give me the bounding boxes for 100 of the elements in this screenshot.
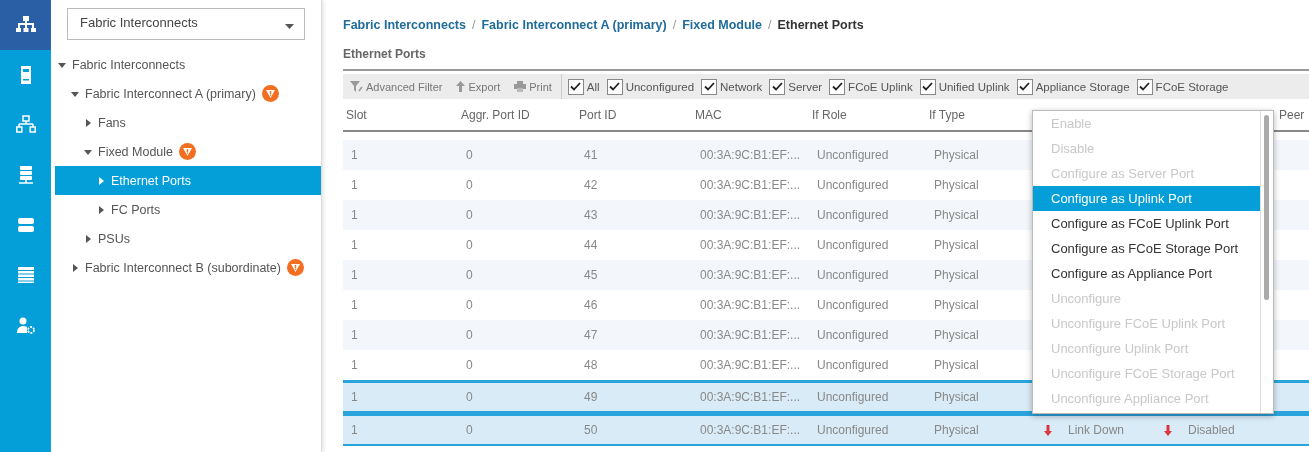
table-cell-text: Physical	[933, 423, 980, 437]
warning-badge-icon	[179, 143, 197, 160]
tree-item[interactable]: PSUs	[55, 224, 321, 253]
breadcrumb-link[interactable]: Fabric Interconnect A (primary)	[481, 18, 667, 32]
expanded-caret-icon[interactable]	[84, 147, 92, 156]
filter-button[interactable]: Advanced Filter	[343, 80, 450, 93]
collapsed-caret-icon[interactable]	[71, 263, 79, 272]
table-cell-text: 0	[465, 358, 474, 372]
filter-checkbox[interactable]	[606, 78, 623, 95]
breadcrumb-link[interactable]: Fabric Interconnects	[343, 18, 466, 32]
filter-checkbox[interactable]	[1016, 78, 1033, 95]
column-header[interactable]: Port ID	[576, 107, 692, 122]
table-cell-text: 00:3A:9C:B1:EF:...	[699, 358, 802, 372]
column-header[interactable]: Slot	[343, 107, 458, 122]
expanded-caret-icon[interactable]	[71, 89, 79, 98]
menu-item[interactable]: Configure as Appliance Port	[1033, 261, 1260, 286]
table-cell-text: Unconfigured	[816, 238, 890, 252]
table-cell-text: Unconfigured	[816, 423, 890, 437]
table-cell-text: 0	[465, 423, 474, 437]
column-header[interactable]: Peer	[1276, 107, 1309, 122]
breadcrumb-current: Ethernet Ports	[777, 18, 864, 32]
tree-item[interactable]: Fixed Module	[55, 137, 321, 166]
table-cell-text: 44	[583, 238, 599, 252]
table-cell-text: Physical	[933, 178, 980, 192]
table-cell-text: Unconfigured	[816, 178, 890, 192]
tree-item[interactable]: Fans	[55, 108, 321, 137]
table-cell-text: Physical	[933, 358, 980, 372]
menu-item[interactable]: Configure as FCoE Storage Port	[1033, 236, 1260, 261]
table-cell-text: Physical	[933, 298, 980, 312]
filter-checkbox[interactable]	[567, 78, 584, 95]
tree-item[interactable]: Fabric Interconnects	[55, 50, 321, 79]
lan-icon	[15, 115, 36, 135]
table-cell-text: Unconfigured	[816, 148, 890, 162]
storage-icon	[15, 215, 36, 235]
up-arrow-icon	[456, 81, 466, 92]
filter-label: Unconfigured	[625, 80, 695, 93]
filter-checkbox[interactable]	[919, 78, 936, 95]
table-cell-text: Unconfigured	[816, 208, 890, 222]
tree-item[interactable]: Fabric Interconnect B (subordinate)	[55, 253, 321, 282]
filter-label: Server	[788, 80, 823, 93]
breadcrumb-separator: /	[768, 18, 772, 32]
breadcrumb-link[interactable]: Fixed Module	[682, 18, 763, 32]
table-cell-text: 0	[465, 328, 474, 342]
table-cell-text: 1	[350, 358, 359, 372]
table-cell-text: 00:3A:9C:B1:EF:...	[699, 298, 802, 312]
table-cell-text: 1	[350, 268, 359, 282]
table-cell-text: 41	[583, 148, 599, 162]
collapsed-caret-icon[interactable]	[84, 118, 92, 127]
print-button[interactable]: Print	[507, 80, 559, 93]
table-cell-text: 00:3A:9C:B1:EF:...	[699, 208, 802, 222]
filter-checkbox[interactable]	[769, 78, 786, 95]
table-cell-text: 50	[583, 423, 599, 437]
filter-label: Appliance Storage	[1035, 80, 1130, 93]
filter-label: Network	[720, 80, 763, 93]
warning-badge-icon	[286, 259, 304, 276]
caret-icon	[285, 24, 294, 29]
table-cell-text: 42	[583, 178, 599, 192]
column-header[interactable]: Aggr. Port ID	[458, 107, 576, 122]
table-cell-text: 1	[350, 328, 359, 342]
table-cell-text: 1	[350, 208, 359, 222]
network-icon	[15, 15, 36, 35]
table-cell-text: Physical	[933, 148, 980, 162]
table-cell-text: 0	[465, 268, 474, 282]
table-cell-text: 00:3A:9C:B1:EF:...	[699, 328, 802, 342]
scrollbar-thumb[interactable]	[1264, 115, 1269, 300]
table-cell-text: 00:3A:9C:B1:EF:...	[699, 390, 802, 404]
column-header[interactable]: MAC	[692, 107, 809, 122]
collapsed-caret-icon[interactable]	[84, 234, 92, 243]
table-cell-text: 46	[583, 298, 599, 312]
filter-checkbox[interactable]	[829, 78, 846, 95]
tree-item[interactable]: Ethernet Ports	[55, 166, 321, 195]
breadcrumb-separator: /	[471, 18, 476, 32]
tree-item[interactable]: FC Ports	[55, 195, 321, 224]
collapsed-caret-icon[interactable]	[97, 205, 105, 214]
table-cell-text: 45	[583, 268, 599, 282]
table-cell-text: 1	[350, 298, 359, 312]
table-cell-text: 00:3A:9C:B1:EF:...	[699, 148, 802, 162]
table-cell-text: Link Down	[1067, 423, 1125, 437]
column-header[interactable]: If Role	[809, 107, 926, 122]
filter-checkbox[interactable]	[701, 78, 718, 95]
export-button[interactable]: Export	[449, 80, 508, 93]
nav-rail-item[interactable]	[0, 0, 51, 50]
section-title: Ethernet Ports	[343, 47, 1309, 71]
menu-item[interactable]: Configure as Uplink Port	[1033, 186, 1260, 211]
expanded-caret-icon[interactable]	[58, 60, 66, 69]
table-cell-text: Physical	[933, 268, 980, 282]
table-cell-text: 47	[583, 328, 599, 342]
filter-icon	[350, 81, 363, 92]
filter-checkbox[interactable]	[1136, 78, 1153, 95]
table-cell-text: Physical	[933, 208, 980, 222]
filter-label: Unified Uplink	[938, 80, 1010, 93]
warning-badge-icon	[261, 85, 279, 102]
table-cell-text: 1	[350, 148, 359, 162]
table-cell-text: Physical	[933, 238, 980, 252]
menu-item[interactable]: Configure as FCoE Uplink Port	[1033, 211, 1260, 236]
filter-dropdown[interactable]: Fabric Interconnects	[67, 8, 305, 40]
down-arrow-icon	[1044, 424, 1052, 436]
table-cell-text: 48	[583, 358, 599, 372]
table-cell-text: Unconfigured	[816, 268, 890, 282]
tree-item[interactable]: Fabric Interconnect A (primary)	[55, 79, 321, 108]
